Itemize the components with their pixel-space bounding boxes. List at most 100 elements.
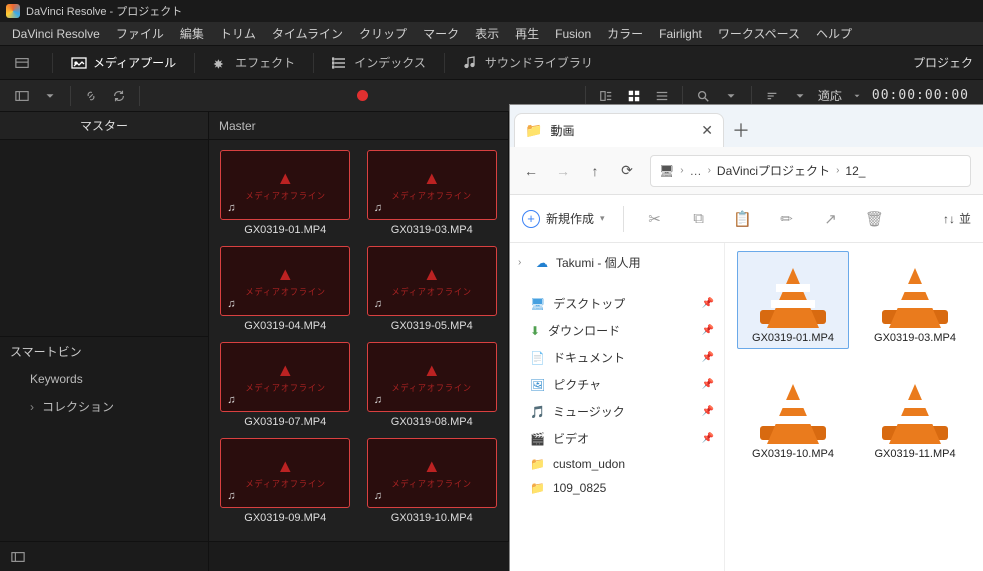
clip-label: GX0319-07.MP4 — [244, 416, 326, 428]
cloud-icon: ☁ — [536, 256, 548, 270]
tab-soundlib[interactable]: サウンドライブラリ — [463, 54, 593, 71]
fld-icon: 📁 — [530, 481, 545, 495]
media-clip[interactable]: ▲ メディアオフライン ♫ GX0319-10.MP4 — [364, 438, 501, 524]
tab-index-label: インデックス — [354, 54, 426, 71]
media-clip[interactable]: ▲ メディアオフライン ♫ GX0319-01.MP4 — [217, 150, 354, 236]
audio-icon: ♫ — [374, 394, 382, 406]
nav-refresh-icon[interactable]: ⟳ — [618, 162, 636, 179]
more-icon[interactable]: … — [690, 164, 702, 178]
media-clip[interactable]: ▲ メディアオフライン ♫ GX0319-07.MP4 — [217, 342, 354, 428]
sidebar-item[interactable]: 🎵ミュージック📌 — [510, 398, 724, 425]
sync-icon[interactable] — [107, 84, 131, 108]
breadcrumb-item[interactable]: DaVinciプロジェクト — [717, 162, 830, 179]
chevron-down-icon[interactable] — [852, 91, 862, 101]
paste-icon[interactable]: 📋 — [730, 210, 756, 228]
explorer-tabbar: 📁 動画 ✕ ＋ — [510, 105, 983, 147]
mediapool-header: Master — [209, 112, 508, 140]
sidebar-item[interactable]: 🖥デスクトップ📌 — [510, 290, 724, 317]
rename-icon[interactable]: ✏ — [774, 210, 800, 228]
menu-item[interactable]: ファイル — [108, 25, 172, 42]
menu-item[interactable]: クリップ — [351, 25, 415, 42]
tab-effects[interactable]: エフェクト — [213, 54, 295, 71]
window-titlebar: DaVinci Resolve - プロジェクト — [0, 0, 983, 22]
sidebar-item-label: ミュージック — [553, 403, 625, 420]
nav-up-icon[interactable]: ↑ — [586, 163, 604, 179]
sidebar-item[interactable]: 📁custom_udon — [510, 452, 724, 476]
sort-button[interactable]: ↑↓ 並 — [943, 210, 971, 227]
media-clip[interactable]: ▲ メディアオフライン ♫ GX0319-09.MP4 — [217, 438, 354, 524]
menu-item[interactable]: Fairlight — [651, 27, 710, 41]
smartbin-header[interactable]: スマートビン — [0, 336, 208, 366]
tab-index[interactable]: インデックス — [332, 54, 426, 71]
file-label: GX0319-03.MP4 — [874, 332, 956, 344]
file-label: GX0319-11.MP4 — [874, 448, 955, 460]
breadcrumb-item[interactable]: 12_ — [845, 164, 865, 178]
sort-arrows-icon: ↑↓ — [943, 212, 955, 226]
menu-item[interactable]: タイムライン — [264, 25, 351, 42]
pin-icon: 📌 — [702, 298, 714, 309]
panel-toggle-icon[interactable] — [10, 84, 34, 108]
sidebar-item-label: ビデオ — [553, 430, 589, 447]
copy-icon[interactable]: ⧉ — [686, 210, 712, 227]
sidebar-item[interactable]: 📁109_0825 — [510, 476, 724, 500]
layout-icon[interactable] — [10, 51, 34, 75]
sort-label: 並 — [959, 210, 971, 227]
menu-item[interactable]: ヘルプ — [808, 25, 860, 42]
explorer-tab[interactable]: 📁 動画 ✕ — [514, 113, 724, 147]
menu-item[interactable]: ワークスペース — [710, 25, 808, 42]
clip-thumbnail: ▲ メディアオフライン ♫ — [367, 438, 497, 508]
file-item[interactable]: GX0319-01.MP4 — [737, 251, 849, 349]
new-button[interactable]: + 新規作成 ▾ — [522, 210, 605, 228]
cut-icon[interactable]: ✂ — [642, 210, 668, 228]
link-icon[interactable] — [79, 84, 103, 108]
menu-item[interactable]: 編集 — [172, 25, 212, 42]
menu-item[interactable]: トリム — [212, 25, 264, 42]
new-tab-button[interactable]: ＋ — [724, 113, 758, 147]
media-clip[interactable]: ▲ メディアオフライン ♫ GX0319-03.MP4 — [364, 150, 501, 236]
file-label: GX0319-01.MP4 — [752, 332, 834, 344]
menu-item[interactable]: カラー — [599, 25, 651, 42]
menu-item[interactable]: 再生 — [507, 25, 547, 42]
smartbin-keywords[interactable]: Keywords — [0, 366, 208, 392]
delete-icon[interactable]: 🗑 — [862, 210, 888, 228]
sidebar-onedrive-label: Takumi - 個人用 — [556, 254, 641, 271]
media-clip[interactable]: ▲ メディアオフライン ♫ GX0319-08.MP4 — [364, 342, 501, 428]
sidebar-item[interactable]: 📄ドキュメント📌 — [510, 344, 724, 371]
clip-thumbnail: ▲ メディアオフライン ♫ — [367, 342, 497, 412]
chevron-down-icon[interactable] — [38, 84, 62, 108]
offline-label: メディアオフライン — [245, 381, 325, 394]
clip-label: GX0319-10.MP4 — [391, 512, 473, 524]
sidebar-item[interactable]: 🎬ビデオ📌 — [510, 425, 724, 452]
file-item[interactable]: GX0319-03.MP4 — [859, 251, 971, 349]
menu-item[interactable]: DaVinci Resolve — [4, 27, 108, 41]
menu-item[interactable]: マーク — [415, 25, 467, 42]
master-bin-header[interactable]: マスター — [0, 112, 208, 140]
share-icon[interactable]: ↗ — [818, 210, 844, 228]
new-button-label: 新規作成 — [546, 210, 594, 227]
nav-back-icon[interactable]: ← — [522, 163, 540, 179]
file-item[interactable]: GX0319-10.MP4 — [737, 367, 849, 465]
close-tab-icon[interactable]: ✕ — [701, 122, 713, 139]
sidebar-onedrive[interactable]: › ☁ Takumi - 個人用 — [510, 249, 724, 276]
smartbin-collection[interactable]: ›コレクション — [0, 392, 208, 421]
warning-icon: ▲ — [276, 456, 294, 477]
file-item[interactable]: GX0319-11.MP4 — [859, 367, 971, 465]
tab-mediapool[interactable]: メディアプール — [71, 54, 176, 71]
sidebar-item[interactable]: ⬇ダウンロード📌 — [510, 317, 724, 344]
vid-icon: 🎬 — [530, 432, 545, 446]
menu-item[interactable]: Fusion — [547, 27, 599, 41]
clip-thumbnail: ▲ メディアオフライン ♫ — [367, 246, 497, 316]
warning-icon: ▲ — [423, 168, 441, 189]
fit-label[interactable]: 適応 — [818, 87, 842, 104]
media-clip[interactable]: ▲ メディアオフライン ♫ GX0319-05.MP4 — [364, 246, 501, 332]
sidebar-item[interactable]: 🖼ピクチャ📌 — [510, 371, 724, 398]
menu-item[interactable]: 表示 — [467, 25, 507, 42]
clip-label: GX0319-05.MP4 — [391, 320, 473, 332]
nav-forward-icon[interactable]: → — [554, 163, 572, 179]
panel-toggle-icon[interactable] — [6, 545, 30, 569]
explorer-window: 📁 動画 ✕ ＋ ← → ↑ ⟳ 🖥 › … › DaVinciプロジェクト ›… — [509, 104, 983, 571]
timecode-display[interactable]: 00:00:00:00 — [872, 88, 969, 103]
tab-soundlib-label: サウンドライブラリ — [485, 54, 593, 71]
breadcrumb[interactable]: 🖥 › … › DaVinciプロジェクト › 12_ — [650, 155, 971, 187]
media-clip[interactable]: ▲ メディアオフライン ♫ GX0319-04.MP4 — [217, 246, 354, 332]
